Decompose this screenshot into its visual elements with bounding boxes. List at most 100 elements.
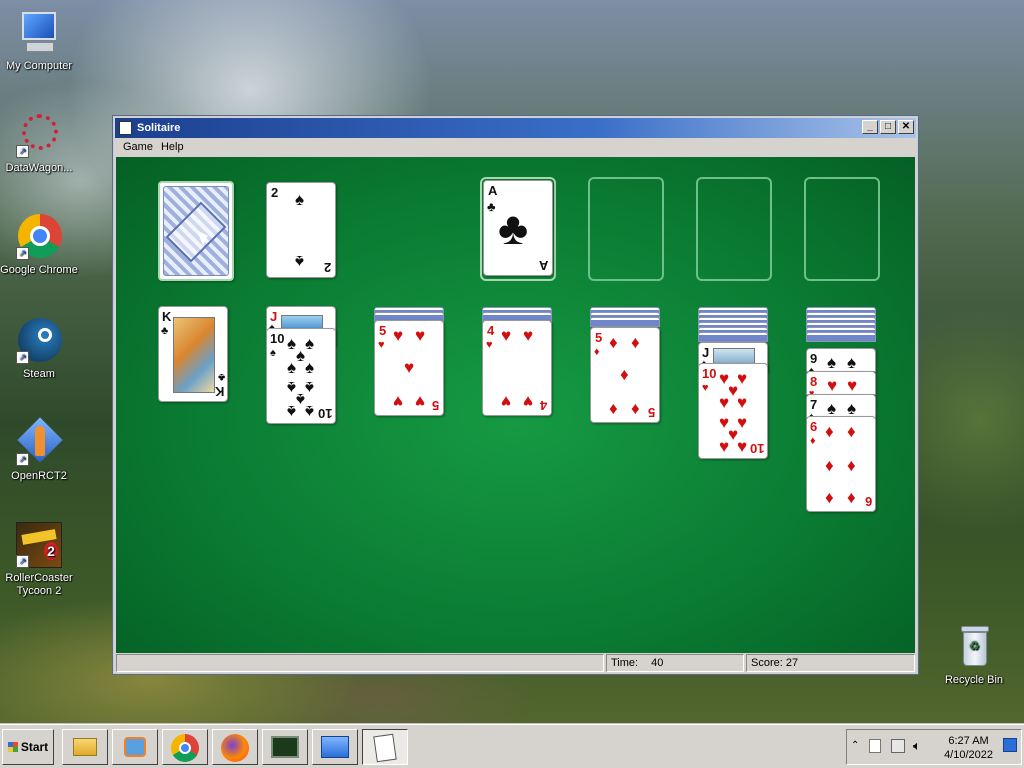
tableau-7-card-seven[interactable]: 7 ♠ ♠ ♠ — [806, 394, 876, 421]
card-suit: ♥ — [702, 382, 709, 394]
card-pip: ♦ — [847, 456, 856, 475]
card-rank: 5 — [379, 323, 387, 338]
maximize-icon: □ — [884, 121, 892, 132]
desktop-icon-label: Google Chrome — [0, 264, 78, 276]
taskbar-firefox[interactable] — [212, 729, 258, 765]
king-face-art — [173, 317, 215, 393]
card-pip: ♠ — [305, 378, 315, 397]
waste-card[interactable]: 2 ♠ ♠ 2 — [266, 182, 336, 278]
card-pip: ♥ — [523, 392, 534, 411]
card-suit: ♣ — [161, 325, 169, 337]
card-pip: ♠ — [287, 358, 297, 377]
taskbar-chrome[interactable] — [162, 729, 208, 765]
card-rank: 5 — [647, 405, 655, 420]
show-hidden-icons-icon[interactable]: ⌃ — [851, 740, 859, 751]
status-panel — [116, 654, 604, 672]
volume-icon[interactable]: 🔈︎ — [913, 738, 921, 754]
card-pip: ♠ — [305, 402, 315, 421]
desktop-icon-my-computer[interactable]: My Computer — [0, 10, 78, 73]
card-pip: ♥ — [737, 413, 748, 432]
steam-icon: ↗ — [16, 318, 62, 364]
card-rank: 5 — [595, 330, 603, 345]
tableau-5-card[interactable]: 5 ♦ ♦ ♦ ♦ ♦ ♦ 5 — [590, 327, 660, 423]
card-pip: ♥ — [827, 376, 838, 395]
close-button[interactable]: ✕ — [898, 120, 914, 134]
desktop-icon-google-chrome[interactable]: ↗ Google Chrome — [0, 214, 78, 277]
action-center-icon[interactable] — [869, 739, 881, 753]
menu-help[interactable]: Help — [159, 138, 186, 156]
foundation-4[interactable] — [804, 177, 880, 281]
card-pip: ♦ — [825, 422, 834, 441]
shortcut-arrow-icon: ↗ — [16, 555, 29, 568]
start-label: Start — [20, 740, 49, 754]
card-pip: ♥ — [404, 358, 415, 377]
taskbar-media-player[interactable] — [112, 729, 158, 765]
desktop-icon-openrct2[interactable]: ↗ OpenRCT2 — [0, 417, 78, 483]
start-button[interactable]: Start — [2, 729, 54, 765]
card-rank: 2 — [271, 185, 279, 200]
recycle-bin-icon: ♻ — [951, 624, 997, 670]
card-rank: 2 — [323, 260, 331, 275]
tableau-7-card-eight[interactable]: 8 ♥ ♥ ♥ — [806, 371, 876, 398]
card-suit: ♦ — [594, 346, 600, 358]
shortcut-arrow-icon: ↗ — [16, 453, 29, 466]
card-pip: ♠ — [296, 346, 306, 365]
desktop-icon-steam[interactable]: ↗ Steam — [0, 318, 78, 381]
desktop-icon-datawagon[interactable]: ↗ DataWagon... — [0, 112, 78, 175]
card-suit: ♣ — [217, 371, 225, 383]
card-suit: ♥ — [486, 339, 493, 351]
desktop-icon-rollercoaster-tycoon-2[interactable]: 2 ↗ RollerCoaster Tycoon 2 — [0, 522, 78, 598]
tableau-2-card[interactable]: 10 ♠ ♠ ♠ ♠ ♠ ♠ ♠ ♠ ♠ ♠ ♠ 10 — [266, 328, 336, 424]
foundation-2[interactable] — [588, 177, 664, 281]
foundation-3[interactable] — [696, 177, 772, 281]
solitaire-window: Solitaire _ □ ✕ Game Help 2 ♠ ♠ 2 A ♣ ♣ … — [112, 115, 919, 675]
taskbar-solitaire[interactable] — [362, 729, 408, 765]
card-rank: 10 — [317, 406, 332, 421]
card-suit: ♦ — [810, 435, 816, 447]
card-pip: ♠ — [287, 378, 297, 397]
time-label: Time: — [611, 657, 639, 669]
windows-logo-icon — [7, 742, 18, 752]
solitaire-cards-icon — [373, 733, 397, 763]
clock[interactable]: 6:27 AM 4/10/2022 — [944, 734, 993, 762]
tableau-6-card[interactable]: 10 ♥ ♥ ♥ ♥ ♥ ♥ ♥ ♥ ♥ ♥ ♥ 10 — [698, 363, 768, 459]
tableau-7-card-nine[interactable]: 9 ♠ ♠ ♠ — [806, 348, 876, 375]
game-table: 2 ♠ ♠ 2 A ♣ ♣ A K ♣ ♣ K J ♠ 10 ♠ ♠ ♠ ♠ ♠… — [116, 157, 915, 653]
card-pip: ♥ — [393, 326, 404, 345]
card-pip: ♦ — [825, 488, 834, 507]
tableau-4-card[interactable]: 4 ♥ ♥ ♥ ♥ ♥ 4 — [482, 320, 552, 416]
card-pip: ♠ — [827, 353, 837, 372]
menu-bar: Game Help — [115, 138, 916, 156]
taskbar-file-explorer[interactable] — [62, 729, 108, 765]
taskbar-control-panel[interactable] — [312, 729, 358, 765]
title-bar[interactable]: Solitaire _ □ ✕ — [115, 118, 916, 138]
card-pip: ♠ — [287, 402, 297, 421]
tableau-1-card[interactable]: K ♣ ♣ K — [158, 306, 228, 402]
clock-time: 6:27 AM — [948, 735, 989, 747]
taskbar-task-manager[interactable] — [262, 729, 308, 765]
stock-pile[interactable] — [158, 181, 234, 281]
status-time: Time: 40 — [606, 654, 744, 672]
taskbar: Start ⌃ 🔈︎ 6:27 AM 4/10/2022 — [0, 724, 1024, 768]
recycle-arrows-icon: ♻ — [969, 639, 980, 653]
network-icon[interactable] — [891, 739, 905, 753]
desktop-icon-label: My Computer — [5, 60, 73, 72]
card-pip: ♥ — [737, 369, 748, 388]
card-rank: 4 — [487, 323, 495, 338]
solitaire-app-icon — [119, 121, 132, 135]
tableau-7-card[interactable]: 6 ♦ ♦ ♦ ♦ ♦ ♦ ♦ 6 — [806, 416, 876, 512]
card-pip: ♠ — [305, 334, 315, 353]
tableau-6-facedown — [698, 332, 768, 342]
desktop-icon-recycle-bin[interactable]: ♻ Recycle Bin — [935, 624, 1013, 687]
tableau-3-card[interactable]: 5 ♥ ♥ ♥ ♥ ♥ ♥ 5 — [374, 320, 444, 416]
foundation-card[interactable]: A ♣ ♣ A — [483, 180, 553, 276]
minimize-button[interactable]: _ — [862, 120, 878, 134]
minimize-icon: _ — [867, 121, 873, 132]
card-pip: ♥ — [737, 437, 748, 456]
maximize-button[interactable]: □ — [880, 120, 896, 134]
datawagon-icon: ↗ — [16, 112, 62, 158]
menu-game[interactable]: Game — [121, 138, 155, 156]
show-desktop-button[interactable] — [1003, 738, 1017, 752]
card-suit: ♠ — [295, 252, 305, 271]
card-center-suit: ♣ — [498, 202, 529, 254]
